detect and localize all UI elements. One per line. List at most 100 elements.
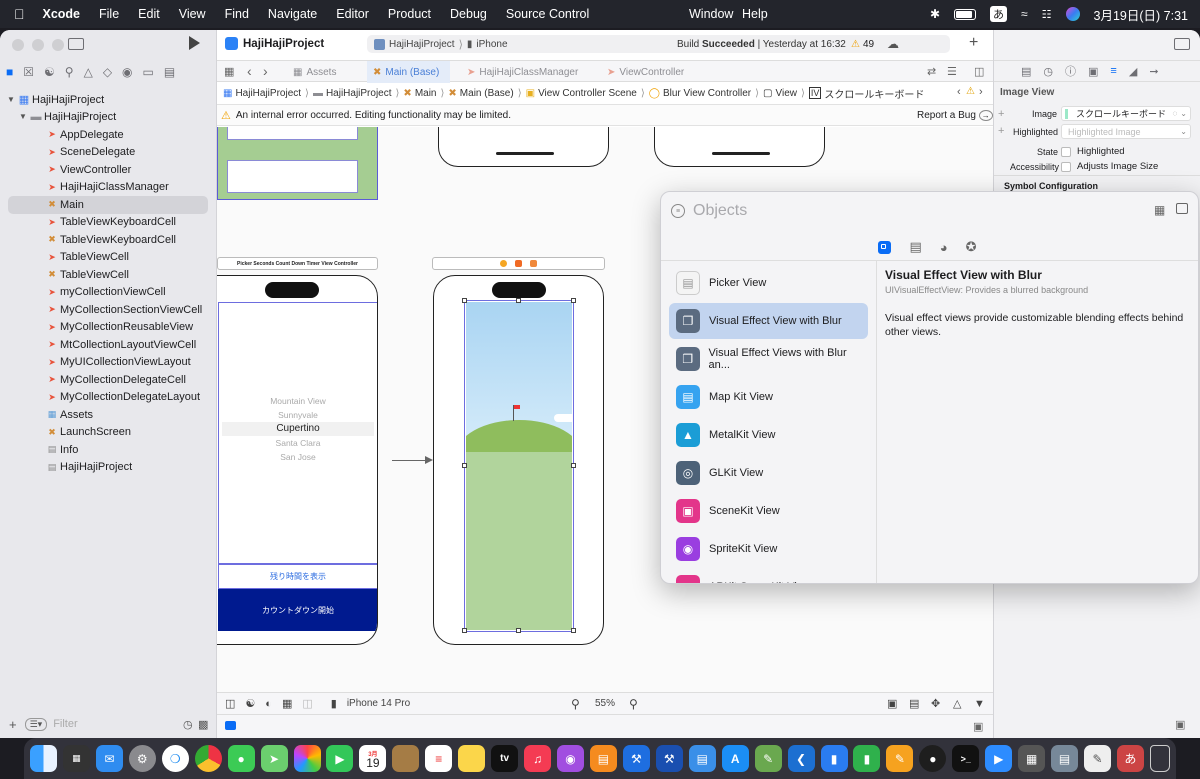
library-item[interactable]: ◉ SpriteKit View: [669, 531, 868, 567]
first-responder-icon[interactable]: [515, 260, 522, 267]
close-button[interactable]: [12, 39, 24, 51]
chevron-down-icon[interactable]: ⌄: [1180, 127, 1187, 136]
textedit-icon[interactable]: ✎: [1084, 745, 1111, 772]
apple-icon[interactable]: : [14, 6, 25, 22]
previous-issue-icon[interactable]: ‹: [957, 86, 961, 98]
appearance-icon[interactable]: ☯: [245, 697, 255, 710]
source-control-icon[interactable]: ☒: [23, 65, 34, 79]
checkbox[interactable]: [1061, 161, 1071, 172]
navigator-file-mycollectionviewcell[interactable]: ➤ myCollectionViewCell: [0, 284, 217, 302]
library-icon[interactable]: ▣: [1175, 718, 1185, 731]
detail-view-icon[interactable]: [1176, 203, 1188, 214]
report-bug-button[interactable]: Report a Bug →: [917, 109, 993, 121]
menu-file[interactable]: File: [99, 7, 119, 21]
menu-find[interactable]: Find: [225, 7, 249, 21]
reminders-icon[interactable]: ≡: [425, 745, 453, 772]
test-icon[interactable]: ◇: [103, 65, 112, 79]
find-icon[interactable]: ⚲: [65, 65, 74, 79]
library-item[interactable]: ▤ Picker View: [669, 265, 868, 301]
image-tab-icon[interactable]: ▤: [909, 239, 921, 255]
menu-product[interactable]: Product: [388, 7, 431, 21]
navigator-file-mycollectionreusableview[interactable]: ➤ MyCollectionReusableView: [0, 319, 217, 337]
device-config-button[interactable]: iPhone 14 Pro: [347, 698, 410, 709]
jump-main[interactable]: Main: [415, 88, 437, 99]
navigator-file-hajihajiproject[interactable]: ▤ HajiHajiProject: [0, 459, 217, 477]
scene-partial[interactable]: [654, 127, 825, 167]
kotoeri-icon[interactable]: あ: [1116, 745, 1144, 772]
breakpoint-icon[interactable]: ▭: [143, 65, 154, 79]
identity-icon[interactable]: ▣: [1088, 65, 1098, 78]
add-variation-icon[interactable]: +: [998, 125, 1004, 137]
navigator-file-launchscreen[interactable]: ✖ LaunchScreen: [0, 424, 217, 442]
add-variation-icon[interactable]: +: [998, 108, 1004, 120]
warning-icon[interactable]: ⚠: [966, 86, 975, 97]
highlighted-checkbox[interactable]: Highlighted: [1061, 146, 1125, 157]
jump-view[interactable]: View: [775, 88, 797, 99]
calculator-icon[interactable]: ▦: [1018, 745, 1046, 772]
library-item[interactable]: ▲ MetalKit View: [669, 417, 868, 453]
history-icon[interactable]: ◷: [1043, 65, 1053, 78]
blur-scene[interactable]: [433, 275, 604, 645]
facetime-icon[interactable]: ▶: [326, 745, 354, 772]
symbol-tab-icon[interactable]: ✪: [966, 239, 977, 255]
menu-window[interactable]: Window: [689, 7, 733, 21]
orientation-icon[interactable]: ▦: [282, 697, 292, 710]
swap-icon[interactable]: ⇄: [927, 65, 936, 78]
tab-view-controller[interactable]: ➤ ViewController: [607, 61, 684, 83]
image-field[interactable]: スクロールキーボード ◌ ⌄: [1061, 106, 1191, 121]
settings-icon[interactable]: ⚙: [128, 745, 156, 772]
notes-folder-icon[interactable]: [392, 745, 420, 772]
editor-options-icon[interactable]: ☰: [947, 65, 957, 78]
jump-project[interactable]: HajiHajiProject: [235, 88, 301, 99]
photos-icon[interactable]: [293, 745, 321, 772]
filter-input[interactable]: Filter: [53, 718, 77, 730]
navigator-file-mtcollectionlayoutviewcell[interactable]: ➤ MtCollectionLayoutViewCell: [0, 336, 217, 354]
filter-icon[interactable]: ☰▾: [24, 717, 48, 731]
navigator-file-assets[interactable]: ▦ Assets: [0, 406, 217, 424]
sidebar-toggle-icon[interactable]: [68, 38, 84, 50]
safari-icon[interactable]: ❍: [161, 745, 189, 772]
navigator-file-mycollectiondelegatecell[interactable]: ➤ MyCollectionDelegateCell: [0, 371, 217, 389]
texteditor-icon[interactable]: ✎: [754, 745, 782, 772]
scm-filter-icon[interactable]: ▩: [198, 718, 208, 731]
zoom-icon[interactable]: ▶: [985, 745, 1013, 772]
view-controller-icon[interactable]: [500, 260, 507, 267]
grid-view-icon[interactable]: ▦: [1154, 203, 1165, 217]
messages-icon[interactable]: ●: [227, 745, 255, 772]
wifi-icon[interactable]: ≈: [1021, 7, 1028, 21]
zoom-level[interactable]: 55%: [595, 698, 615, 709]
update-frames-icon[interactable]: ▣: [887, 697, 897, 710]
numbers-icon[interactable]: ▮: [853, 745, 881, 772]
bluetooth-icon[interactable]: ✱: [930, 7, 940, 21]
pin-icon[interactable]: ✥: [931, 697, 940, 710]
report-icon[interactable]: ▤: [164, 65, 175, 79]
library-item[interactable]: ❐ Visual Effect View with Blur: [669, 303, 868, 339]
jump-scene[interactable]: View Controller Scene: [538, 88, 637, 99]
menu-source-control[interactable]: Source Control: [506, 7, 589, 21]
menu-debug[interactable]: Debug: [450, 7, 487, 21]
navigator-file-info[interactable]: ▤ Info: [0, 441, 217, 459]
recent-files-icon[interactable]: ◷: [183, 718, 193, 731]
navigator-file-tableviewcell[interactable]: ➤ TableViewCell: [0, 249, 217, 267]
warnings-badge[interactable]: ⚠ 49: [851, 39, 874, 50]
zoom-out-icon[interactable]: ⚲: [571, 697, 580, 711]
document-outline-icon[interactable]: ◫: [225, 697, 235, 710]
split-icon[interactable]: ▣: [973, 720, 983, 733]
tab-class-manager[interactable]: ➤ HajiHajiClassManager: [467, 61, 578, 83]
launchpad-icon[interactable]: ▦: [62, 745, 90, 772]
clock[interactable]: 3月19日(日) 7:31: [1094, 5, 1188, 24]
instruments-icon[interactable]: ⚒: [655, 745, 683, 772]
highlighted-image-field[interactable]: Highlighted Image ⌄: [1061, 124, 1191, 139]
connections-icon[interactable]: ➞: [1149, 65, 1158, 78]
calendar-icon[interactable]: 3月 19: [359, 745, 387, 772]
scene-partial[interactable]: [438, 127, 609, 167]
battery-icon[interactable]: [954, 8, 977, 20]
forward-icon[interactable]: ›: [263, 63, 268, 79]
music-icon[interactable]: ♫: [524, 745, 552, 772]
hierarchy-icon[interactable]: ☯: [44, 65, 55, 79]
apple-tv-icon[interactable]: tv: [491, 745, 519, 772]
resolve-issues-icon[interactable]: △: [953, 697, 961, 710]
zoom-button[interactable]: [52, 39, 64, 51]
navigator-file-myuicollectionviewlayout[interactable]: ➤ MyUICollectionViewLayout: [0, 354, 217, 372]
inspector-toggle-icon[interactable]: [1174, 38, 1190, 50]
